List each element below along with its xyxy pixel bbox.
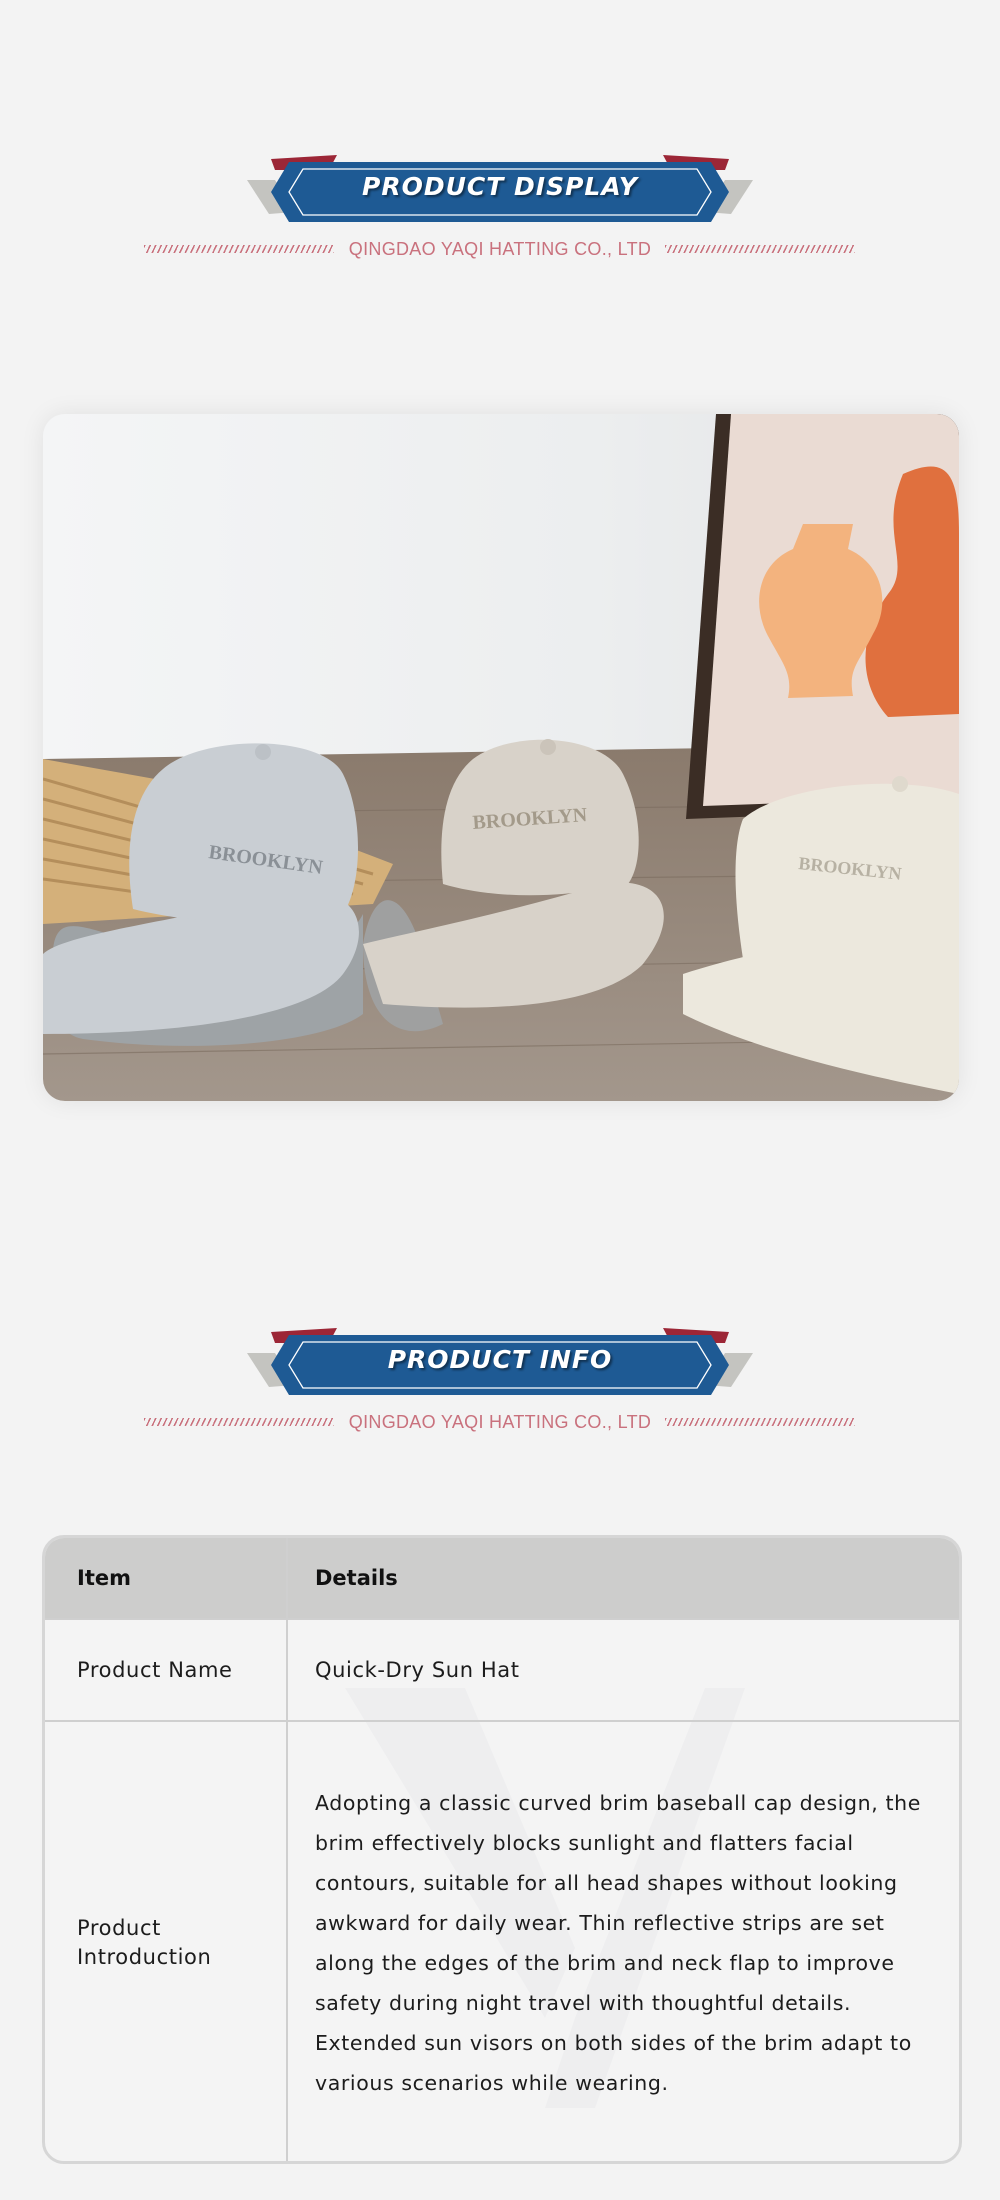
product-photo: BROOKLYN BROOKLYN BROOKLYN [43, 414, 959, 1101]
hatch-decoration [665, 1418, 855, 1426]
section-banner: PRODUCT INFO [245, 1325, 755, 1405]
row-item: Product Introduction [45, 1722, 288, 2161]
company-subtitle-row: QINGDAO YAQI HATTING CO., LTD [0, 1410, 1000, 1436]
row-details: Adopting a classic curved brim baseball … [315, 1790, 921, 2095]
header-item: Item [45, 1538, 288, 1618]
hats-photo-illustration: BROOKLYN BROOKLYN BROOKLYN [43, 414, 959, 1101]
company-subtitle-row: QINGDAO YAQI HATTING CO., LTD [0, 237, 1000, 263]
product-info-table: Item Details Product Name Quick-Dry Sun … [42, 1535, 962, 2164]
row-item: Product Name [45, 1620, 288, 1720]
product-info-header: PRODUCT INFO QINGDAO YAQI HATTING CO., L… [0, 1325, 1000, 1465]
section-banner: PRODUCT DISPLAY [245, 152, 755, 232]
table-header-row: Item Details [45, 1538, 959, 1618]
section-title: PRODUCT DISPLAY [362, 172, 638, 201]
product-display-header: PRODUCT DISPLAY QINGDAO YAQI HATTING CO.… [0, 152, 1000, 292]
hatch-decoration [665, 245, 855, 253]
table-row: Product Introduction Adopting a classic … [45, 1720, 959, 2161]
table-row: Product Name Quick-Dry Sun Hat [45, 1618, 959, 1720]
row-details: Quick-Dry Sun Hat [315, 1658, 520, 1682]
header-details: Details [315, 1566, 398, 1590]
section-title: PRODUCT INFO [387, 1345, 613, 1374]
